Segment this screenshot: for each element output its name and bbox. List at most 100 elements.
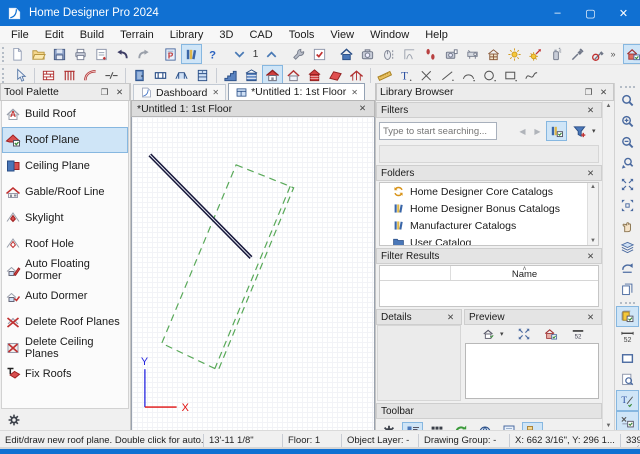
gable-house-icon[interactable] xyxy=(283,65,304,85)
menu-view[interactable]: View xyxy=(322,28,362,42)
eyedropper-icon[interactable] xyxy=(567,44,588,64)
sunlight-icon[interactable] xyxy=(504,44,525,64)
saved-view-icon[interactable] xyxy=(623,44,640,64)
temp-dimensions-icon[interactable]: T xyxy=(616,390,639,411)
minimize-button[interactable]: – xyxy=(541,0,574,26)
caret-down-icon[interactable]: ▾ xyxy=(592,127,599,135)
results-column-name[interactable]: ᴧ Name xyxy=(451,266,598,280)
layers-icon[interactable] xyxy=(616,237,639,258)
float-panel-icon[interactable]: ❐ xyxy=(582,87,595,98)
scroll-down-icon[interactable]: ▼ xyxy=(590,238,596,244)
menu-build[interactable]: Build xyxy=(72,28,112,42)
elevation-icon[interactable] xyxy=(399,44,420,64)
dimension-bar-icon[interactable]: 52 xyxy=(567,324,588,344)
plan-zoom-icon[interactable] xyxy=(616,369,639,390)
palette-item-gable-roof-line[interactable]: Gable/Roof Line xyxy=(2,179,128,205)
cad-circle-icon[interactable] xyxy=(479,65,500,85)
overflow-icon[interactable]: » xyxy=(609,49,617,59)
close-section-icon[interactable]: ✕ xyxy=(584,312,597,323)
copy-view-icon[interactable] xyxy=(616,279,639,300)
menu-3d[interactable]: 3D xyxy=(211,28,241,42)
folder-item-manufacturer-catalogs[interactable]: Manufacturer Catalogs xyxy=(380,217,598,234)
break-icon[interactable] xyxy=(101,65,122,85)
floor-levels-icon[interactable] xyxy=(241,65,262,85)
pan-icon[interactable] xyxy=(616,216,639,237)
new-file-icon[interactable] xyxy=(7,44,28,64)
menu-help[interactable]: Help xyxy=(417,28,456,42)
fill-window-icon[interactable] xyxy=(513,324,534,344)
door-icon[interactable] xyxy=(129,65,150,85)
folder-item-home-designer-bonus-catalogs[interactable]: Home Designer Bonus Catalogs xyxy=(380,200,598,217)
palette-item-skylight[interactable]: Skylight xyxy=(2,205,128,231)
add-filter-icon[interactable] xyxy=(569,121,590,141)
save-icon[interactable] xyxy=(49,44,70,64)
menu-library[interactable]: Library xyxy=(162,28,212,42)
color-picker-icon[interactable] xyxy=(588,44,609,64)
folder-item-user-catalog[interactable]: User Catalog xyxy=(380,234,598,246)
fill-building-icon[interactable] xyxy=(616,195,639,216)
folders-scrollbar[interactable]: ▲▼ xyxy=(587,183,598,245)
projector-icon[interactable] xyxy=(462,44,483,64)
roof-tools-icon[interactable] xyxy=(262,65,283,85)
preview-house-icon[interactable] xyxy=(478,324,499,344)
open-icon[interactable] xyxy=(28,44,49,64)
swap-views-icon[interactable] xyxy=(616,258,639,279)
cad-spline-icon[interactable] xyxy=(521,65,542,85)
drawing-canvas[interactable]: YX xyxy=(131,117,375,431)
walkthrough-icon[interactable] xyxy=(420,44,441,64)
menu-terrain[interactable]: Terrain xyxy=(112,28,162,42)
cad-line-icon[interactable] xyxy=(437,65,458,85)
undo-zoom-icon[interactable] xyxy=(616,153,639,174)
snapshot-icon[interactable] xyxy=(441,44,462,64)
palette-item-roof-plane[interactable]: Roof Plane xyxy=(2,127,128,153)
close-section-icon[interactable]: ✕ xyxy=(444,312,457,323)
menu-cad[interactable]: CAD xyxy=(241,28,280,42)
orbit-icon[interactable] xyxy=(378,44,399,64)
cad-box-icon[interactable] xyxy=(500,65,521,85)
close-view-icon[interactable]: ✕ xyxy=(356,103,369,114)
library-browser-icon[interactable] xyxy=(181,44,202,64)
wall-icon[interactable] xyxy=(38,65,59,85)
scroll-up-icon[interactable]: ▲ xyxy=(590,184,596,190)
tab--untitled-1-1st-floor[interactable]: *Untitled 1: 1st Floor✕ xyxy=(228,83,365,100)
spray-icon[interactable] xyxy=(546,44,567,64)
floor-down-icon[interactable] xyxy=(229,44,250,64)
dimension-defaults-icon[interactable]: 52 xyxy=(616,327,639,348)
zoom-icon[interactable] xyxy=(616,90,639,111)
full-overview-icon[interactable] xyxy=(336,44,357,64)
palette-item-auto-dormer[interactable]: Auto Dormer xyxy=(2,283,128,309)
plan-database-icon[interactable]: P xyxy=(160,44,181,64)
zoom-in-icon[interactable] xyxy=(616,111,639,132)
caret-down-icon[interactable]: ▾ xyxy=(500,330,507,338)
palette-item-fix-roofs[interactable]: Fix Roofs xyxy=(2,361,128,387)
curved-wall-icon[interactable] xyxy=(80,65,101,85)
next-result-icon[interactable]: ▶ xyxy=(531,127,544,136)
close-section-icon[interactable]: ✕ xyxy=(584,168,597,179)
toolbar-grip[interactable] xyxy=(2,47,4,62)
dimension-icon[interactable] xyxy=(374,65,395,85)
roof-frame-icon[interactable] xyxy=(346,65,367,85)
wrench-icon[interactable] xyxy=(288,44,309,64)
close-panel-icon[interactable]: ✕ xyxy=(113,87,126,98)
point-markers-icon[interactable] xyxy=(616,411,639,432)
default-settings-icon[interactable] xyxy=(309,44,330,64)
palette-item-auto-floating-dormer[interactable]: Auto Floating Dormer xyxy=(2,257,128,283)
palette-item-delete-roof-planes[interactable]: Delete Roof Planes xyxy=(2,309,128,335)
palette-item-delete-ceiling-planes[interactable]: Delete Ceiling Planes xyxy=(2,335,128,361)
print-preview-icon[interactable] xyxy=(91,44,112,64)
prev-result-icon[interactable]: ◀ xyxy=(516,127,529,136)
menu-file[interactable]: File xyxy=(3,28,37,42)
adjust-lights-icon[interactable] xyxy=(525,44,546,64)
undo-icon[interactable] xyxy=(112,44,133,64)
close-panel-icon[interactable]: ✕ xyxy=(597,87,610,98)
palette-settings-gear-icon[interactable] xyxy=(3,410,24,430)
camera-icon[interactable] xyxy=(357,44,378,64)
brick-house-icon[interactable] xyxy=(304,65,325,85)
zoom-out-icon[interactable] xyxy=(616,132,639,153)
close-tab-icon[interactable]: ✕ xyxy=(212,88,219,97)
menu-edit[interactable]: Edit xyxy=(37,28,72,42)
print-icon[interactable] xyxy=(70,44,91,64)
library-search-input[interactable] xyxy=(379,122,497,140)
bay-window-icon[interactable] xyxy=(171,65,192,85)
toolbar-grip[interactable] xyxy=(620,86,635,88)
